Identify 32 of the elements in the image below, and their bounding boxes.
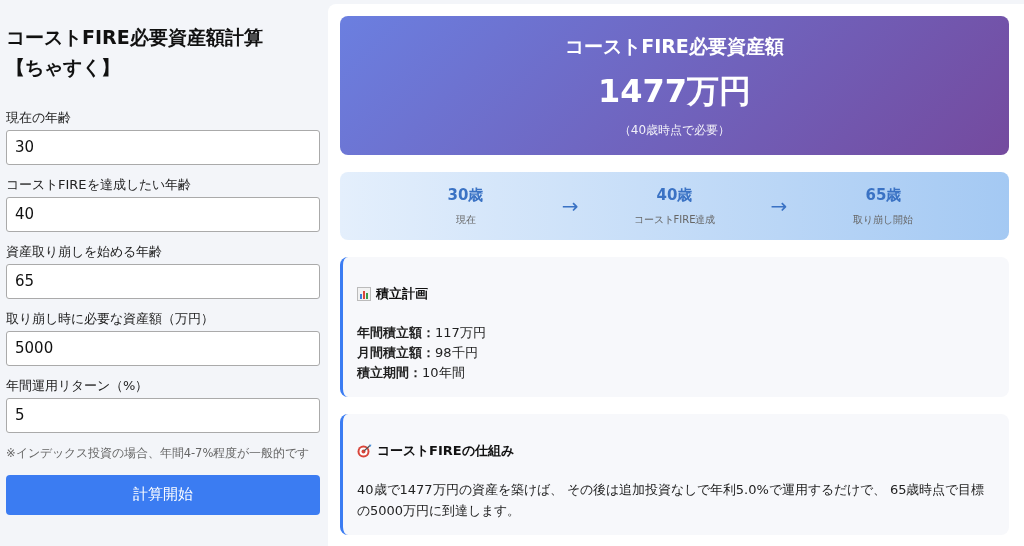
timeline-label: 取り崩し開始 [853, 212, 914, 227]
input-field[interactable]: 5 [6, 397, 320, 433]
timeline-label: 現在 [455, 212, 476, 227]
card-text: 40歳で1477万円の資産を築けば、 その後は追加投資なしで年利5.0%で運用するだけで、 65歳時点で目標の5000万円に到達します。 [357, 481, 986, 520]
input-field[interactable]: 65 [6, 263, 320, 299]
field-label: コーストFIREを達成したい年齢 [6, 175, 192, 194]
card-text: 年間積立額：117万円 [357, 324, 487, 342]
field-label: 資産取り崩しを始める年齢 [6, 242, 163, 261]
arrow-text: → [770, 194, 788, 218]
field-label: 現在の年齢 [6, 108, 72, 127]
card-title: コーストFIREの仕組み [377, 442, 514, 461]
field-label: 取り崩し時に必要な資産額（万円） [6, 309, 215, 328]
timeline-age: 30歳 [447, 185, 484, 205]
timeline-age: 40歳 [656, 185, 693, 205]
arrow-text: → [561, 194, 579, 218]
input-field[interactable]: 5000 [6, 330, 320, 366]
result-title: コーストFIRE必要資産額 [565, 34, 784, 59]
input-field[interactable]: 30 [6, 129, 320, 165]
card-title: 積立計画 [376, 285, 428, 303]
card-text: 月間積立額：98千円 [357, 344, 479, 363]
target-icon [357, 444, 372, 459]
result-subtitle: （40歳時点で必要） [618, 122, 731, 139]
card-text: 積立期間：10年間 [357, 364, 466, 383]
result-amount: 1477万円 [597, 71, 752, 112]
calculate-button[interactable]: 計算開始 [6, 474, 320, 515]
page-title: コーストFIRE必要資産額計算【ちゃすく】 [6, 25, 264, 81]
timeline-label: コーストFIRE達成 [633, 212, 716, 227]
timeline-age: 65歳 [865, 185, 902, 205]
hint-text: ※インデックス投資の場合、年間4-7%程度が一般的です [6, 445, 311, 461]
bar-chart-icon [357, 287, 371, 301]
input-field[interactable]: 40 [6, 196, 320, 232]
field-label: 年間運用リターン（%） [6, 376, 150, 395]
